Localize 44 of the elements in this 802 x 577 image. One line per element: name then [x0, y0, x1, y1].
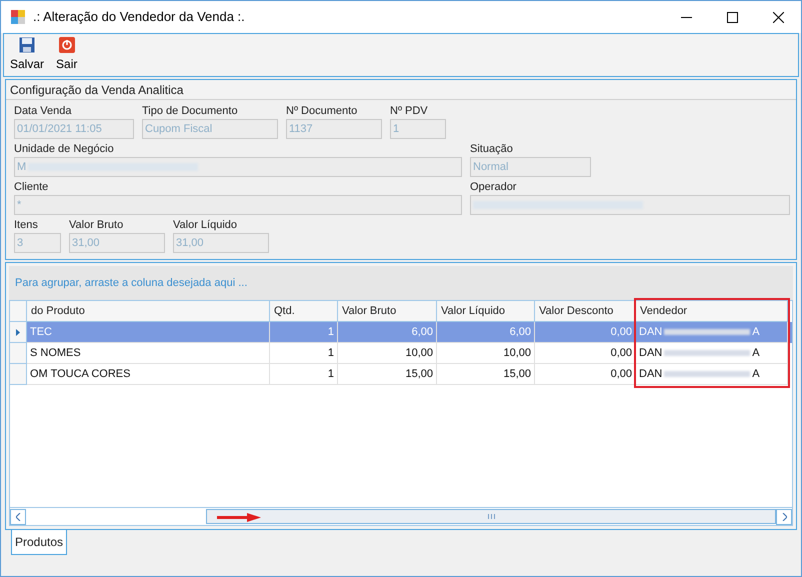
- window-title: .: Alteração do Vendedor da Venda :.: [33, 8, 245, 26]
- field-label: Cliente: [14, 180, 50, 195]
- row-pointer-icon: [16, 328, 20, 336]
- save-button[interactable]: Salvar: [10, 37, 44, 73]
- input-field[interactable]: [470, 195, 790, 215]
- power-icon: [58, 37, 75, 53]
- field-label: Nº Documento: [286, 104, 358, 119]
- field-label: Itens: [14, 218, 39, 233]
- column-header[interactable]: Valor Desconto: [535, 301, 636, 322]
- panel-title: Configuração da Venda Analitica: [10, 82, 184, 98]
- grip-icon: [488, 514, 494, 519]
- field-label: Unidade de Negócio: [14, 142, 115, 157]
- column-header[interactable]: do Produto: [27, 301, 270, 322]
- field-label: Valor Líquido: [173, 218, 238, 233]
- table-cell: 0,00: [535, 364, 636, 385]
- field-label: Tipo de Documento: [142, 104, 239, 119]
- table-cell: OM TOUCA CORES: [27, 364, 270, 385]
- tab[interactable]: Produtos: [11, 530, 68, 555]
- column-header[interactable]: Qtd.: [270, 301, 338, 322]
- arrow-icon: [217, 513, 261, 522]
- exit-button[interactable]: Sair: [56, 37, 78, 73]
- scroll-right-button[interactable]: [776, 508, 792, 524]
- table-cell: 1: [270, 364, 338, 385]
- table-cell: 15,00: [338, 364, 437, 385]
- field-label: Nº PDV: [390, 104, 429, 119]
- table-cell: DAN A: [636, 364, 788, 385]
- scroll-thumb[interactable]: [206, 509, 776, 524]
- field-label: Data Venda: [14, 104, 72, 119]
- minimize-icon: [680, 16, 692, 18]
- horizontal-scrollbar[interactable]: [10, 507, 792, 525]
- column-header[interactable]: Valor Líquido: [437, 301, 535, 322]
- app-icon: [11, 10, 25, 24]
- scroll-left-button[interactable]: [10, 508, 26, 524]
- column-header[interactable]: Vendedor: [636, 301, 788, 322]
- table-cell: 15,00: [437, 364, 535, 385]
- column-header[interactable]: Valor Bruto: [338, 301, 437, 322]
- group-hint: Para agrupar, arraste a coluna desejada aqui ...: [15, 276, 248, 291]
- maximize-icon: [726, 12, 738, 22]
- field-label: Situação: [470, 142, 514, 157]
- chevron-right-icon: [782, 512, 786, 520]
- field-label: Valor Bruto: [69, 218, 124, 233]
- chevron-left-icon: [16, 512, 20, 520]
- close-icon: [772, 12, 784, 22]
- field-label: Operador: [470, 180, 518, 195]
